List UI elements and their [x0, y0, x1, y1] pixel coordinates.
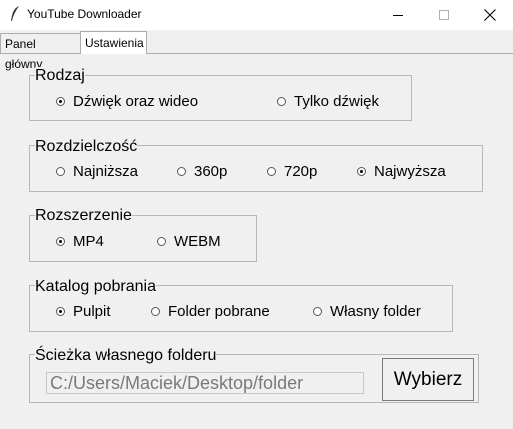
maximize-button[interactable]	[421, 0, 467, 30]
radio-label: 360p	[194, 163, 228, 180]
extension-option-mp4[interactable]: MP4	[56, 233, 104, 250]
radio-label: Tylko dźwięk	[294, 93, 380, 110]
type-legend: Rodzaj	[35, 67, 85, 85]
custom-path-field[interactable]: C:/Users/Maciek/Desktop/folder	[46, 372, 364, 394]
radio-label: MP4	[73, 233, 104, 250]
download-dir-option-downloads[interactable]: Folder pobrane	[151, 303, 270, 320]
radio-label: 720p	[284, 163, 318, 180]
radio-unchecked-icon	[267, 167, 276, 176]
resolution-option-360p[interactable]: 360p	[177, 163, 227, 180]
tab-main-panel[interactable]: Panel główny	[0, 33, 81, 71]
resolution-option-highest[interactable]: Najwyższa	[357, 163, 446, 180]
download-dir-option-custom[interactable]: Własny folder	[313, 303, 421, 320]
title-bar: YouTube Downloader	[0, 0, 513, 30]
radio-label: WEBM	[174, 233, 221, 250]
radio-label: Najniższa	[73, 163, 139, 180]
radio-unchecked-icon	[313, 307, 322, 316]
browse-button[interactable]: Wybierz	[382, 358, 474, 401]
close-icon	[484, 9, 496, 21]
extension-legend: Rozszerzenie	[35, 207, 132, 225]
maximize-icon	[439, 10, 449, 20]
close-button[interactable]	[467, 0, 513, 30]
resolution-option-720p[interactable]: 720p	[267, 163, 317, 180]
radio-label: Folder pobrane	[168, 303, 270, 320]
tab-settings[interactable]: Ustawienia	[80, 31, 147, 54]
resolution-option-lowest[interactable]: Najniższa	[56, 163, 138, 180]
radio-label: Pulpit	[73, 303, 111, 320]
radio-checked-icon	[357, 167, 366, 176]
radio-unchecked-icon	[56, 167, 65, 176]
feather-icon	[11, 6, 19, 21]
download-dir-legend: Katalog pobrania	[35, 278, 156, 296]
extension-option-webm[interactable]: WEBM	[157, 233, 221, 250]
radio-unchecked-icon	[177, 167, 186, 176]
download-dir-option-desktop[interactable]: Pulpit	[56, 303, 111, 320]
radio-unchecked-icon	[151, 307, 160, 316]
radio-label: Własny folder	[330, 303, 421, 320]
radio-checked-icon	[56, 97, 65, 106]
type-option-audio-only[interactable]: Tylko dźwięk	[277, 93, 379, 110]
radio-label: Dźwięk oraz wideo	[73, 93, 199, 110]
minimize-button[interactable]	[375, 0, 421, 30]
radio-checked-icon	[56, 237, 65, 246]
radio-unchecked-icon	[157, 237, 166, 246]
tab-divider	[0, 53, 513, 54]
radio-unchecked-icon	[277, 97, 286, 106]
type-option-audio-video[interactable]: Dźwięk oraz wideo	[56, 93, 198, 110]
radio-label: Najwyższa	[374, 163, 446, 180]
minimize-icon	[393, 15, 403, 16]
window-title: YouTube Downloader	[27, 7, 142, 21]
custom-path-legend: Ścieżka własnego folderu	[35, 347, 217, 365]
resolution-legend: Rozdzielczość	[35, 138, 138, 156]
radio-checked-icon	[56, 307, 65, 316]
